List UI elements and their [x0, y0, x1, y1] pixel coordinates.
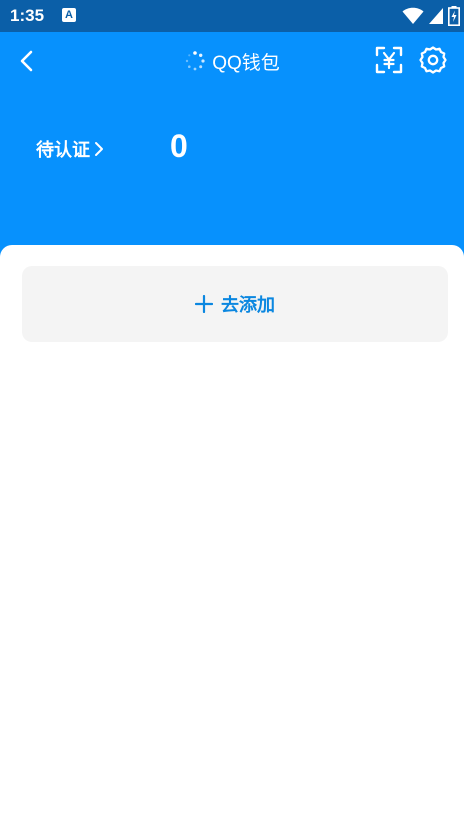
signal-icon [429, 8, 443, 24]
battery-charging-icon [448, 6, 460, 26]
wifi-icon [402, 7, 424, 24]
settings-button[interactable] [418, 45, 448, 75]
verify-status-label: 待认证 [36, 140, 90, 161]
a-notification-icon: A [62, 8, 76, 22]
loading-spinner-icon [186, 51, 205, 71]
balance-value: 0 [170, 128, 188, 164]
scan-yuan-icon [375, 46, 403, 74]
main-content: 去添加 [0, 245, 464, 824]
chevron-right-icon [95, 142, 103, 156]
wallet-header: QQ钱包 待认证 0 [0, 32, 464, 257]
verify-status-link[interactable]: 待认证 [36, 136, 104, 162]
gear-icon [419, 46, 447, 74]
status-time: 1:35 [10, 6, 45, 25]
page-title: QQ钱包 [212, 52, 280, 74]
plus-icon [195, 295, 213, 313]
add-card-label: 去添加 [221, 295, 275, 316]
scan-pay-button[interactable] [374, 45, 404, 75]
add-card-button[interactable]: 去添加 [22, 266, 448, 342]
status-bar: 1:35 A [0, 0, 464, 32]
status-icons [402, 6, 460, 26]
